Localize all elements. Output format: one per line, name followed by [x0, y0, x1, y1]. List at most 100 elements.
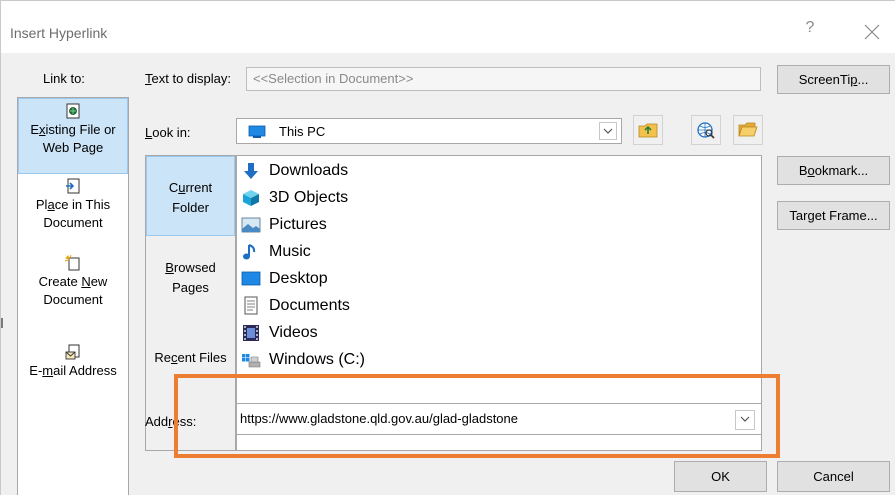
screentip-post: ...: [857, 72, 869, 87]
current-folder-line1: Current: [147, 178, 234, 198]
file-name: Videos: [269, 324, 318, 341]
recent-line1: Recent Files: [146, 348, 235, 368]
target-pre: Tar: [789, 208, 808, 223]
existing-file-line1-rest: isting File or: [45, 122, 116, 137]
place-line1-rest: ce in This: [54, 197, 111, 212]
insert-hyperlink-dialog: Insert Hyperlink ? Link to: Existing Fil…: [0, 0, 895, 495]
music-icon: [243, 244, 256, 260]
chevron-down-icon: [603, 128, 613, 134]
browsed-line2: Pages: [172, 280, 209, 295]
address-highlight-annotation: [174, 374, 780, 458]
file-name: Pictures: [269, 216, 327, 233]
videos-icon: [243, 325, 259, 341]
list-item-desktop[interactable]: Desktop: [241, 266, 328, 292]
current-folder-post: rrent: [185, 180, 213, 195]
nav-recent-files[interactable]: Recent Files: [146, 348, 235, 368]
list-item-videos[interactable]: Videos: [241, 320, 318, 346]
create-line1-rest: ew: [90, 274, 108, 289]
text-to-display-label: Text to display:: [145, 71, 231, 86]
look-in-dropdown-button[interactable]: [599, 122, 617, 140]
screentip-button[interactable]: ScreenTip...: [777, 65, 890, 94]
target-frame-button[interactable]: Target Frame...: [777, 201, 890, 230]
file-name: Music: [269, 243, 311, 260]
browse-file-button[interactable]: [733, 115, 763, 145]
this-pc-icon: [248, 125, 266, 138]
folder-open-icon: [738, 122, 758, 137]
target-key: g: [807, 208, 815, 223]
close-button[interactable]: [858, 18, 886, 46]
link-to-email-address[interactable]: E-mail Address: [18, 344, 128, 380]
address-label-pre: Add: [145, 414, 169, 429]
current-folder-pre: C: [168, 180, 179, 195]
list-item-downloads[interactable]: Downloads: [241, 158, 348, 184]
title-bar: Insert Hyperlink ?: [1, 1, 895, 53]
edge-mark: [1, 318, 3, 328]
place-line2: Document: [43, 215, 103, 230]
close-icon: [864, 24, 880, 40]
create-line1-pre: Create: [38, 274, 82, 289]
list-item-music[interactable]: Music: [241, 239, 311, 265]
list-item-windows-c[interactable]: Windows (C:): [241, 347, 365, 373]
list-item-documents[interactable]: Documents: [241, 293, 350, 319]
create-new-document-icon: [65, 255, 80, 271]
dialog-title: Insert Hyperlink: [10, 25, 108, 41]
text-to-display-input[interactable]: <<Selection in Document>>: [246, 67, 761, 91]
bookmark-key: o: [807, 163, 815, 178]
file-name: Downloads: [269, 162, 349, 179]
link-to-panel: Existing File or Web Page Place in This …: [17, 97, 129, 495]
browse-web-button[interactable]: [691, 115, 721, 145]
target-post: et Frame...: [814, 208, 878, 223]
link-to-place-in-document[interactable]: Place in This Document: [18, 178, 128, 232]
up-one-folder-button[interactable]: [633, 115, 663, 145]
documents-icon: [244, 296, 258, 315]
list-item-pictures[interactable]: Pictures: [241, 212, 327, 238]
place-line1-key: a: [47, 197, 55, 212]
file-name: Desktop: [269, 270, 328, 287]
browse-web-icon: [697, 122, 715, 139]
bookmark-button[interactable]: Bookmark...: [777, 156, 890, 185]
existing-file-line2: Web Page: [42, 140, 104, 155]
nav-current-folder[interactable]: Current Folder: [146, 156, 235, 236]
ok-button[interactable]: OK: [674, 461, 767, 492]
file-name: Documents: [269, 297, 350, 314]
recent-post: ent Files: [177, 350, 227, 365]
email-line1-rest: ail Address: [53, 363, 117, 378]
existing-file-icon: [66, 103, 80, 119]
look-in-value: This PC: [279, 124, 326, 139]
file-name: Windows (C:): [269, 351, 366, 368]
email-line1-key: m: [42, 363, 54, 378]
email-address-icon: [65, 344, 80, 360]
browsed-rest: rowsed: [173, 260, 216, 275]
email-line1-pre: E-: [29, 363, 43, 378]
email-line1: E-mail Address: [18, 362, 128, 380]
link-to-existing-file[interactable]: Existing File or Web Page: [18, 98, 128, 174]
downloads-icon: [244, 163, 258, 179]
look-in-label: Look in:: [145, 125, 191, 140]
browsed-key: B: [165, 260, 174, 275]
create-line2: Document: [43, 292, 103, 307]
existing-file-line1: Existing File or: [19, 121, 127, 139]
recent-pre: Re: [154, 350, 171, 365]
link-to-label: Link to:: [43, 71, 85, 86]
link-to-create-new-document[interactable]: Create New Document: [18, 255, 128, 309]
bookmark-post: okmark...: [814, 163, 869, 178]
cancel-button[interactable]: Cancel: [777, 461, 890, 492]
look-in-select[interactable]: This PC: [236, 118, 622, 144]
nav-browsed-pages[interactable]: Browsed Pages: [146, 258, 235, 298]
help-button[interactable]: ?: [798, 19, 822, 43]
create-line1-key: N: [81, 274, 91, 289]
look-in-label-rest: ook in:: [152, 125, 191, 140]
list-item-3d-objects[interactable]: 3D Objects: [241, 185, 348, 211]
screentip-pre: ScreenTi: [798, 72, 851, 87]
pictures-icon: [241, 217, 261, 233]
browsed-line1: Browsed: [146, 258, 235, 278]
existing-file-line1-lead: E: [30, 122, 40, 137]
place-in-document-icon: [66, 178, 80, 194]
text-to-display-label-rest: ext to display:: [151, 71, 232, 86]
place-line1-pre: Pl: [35, 197, 48, 212]
file-name: 3D Objects: [269, 189, 349, 206]
current-folder-line2: Folder: [172, 200, 209, 215]
place-line1: Place in This: [18, 196, 128, 214]
3d-objects-icon: [243, 190, 259, 206]
desktop-icon: [241, 271, 261, 286]
